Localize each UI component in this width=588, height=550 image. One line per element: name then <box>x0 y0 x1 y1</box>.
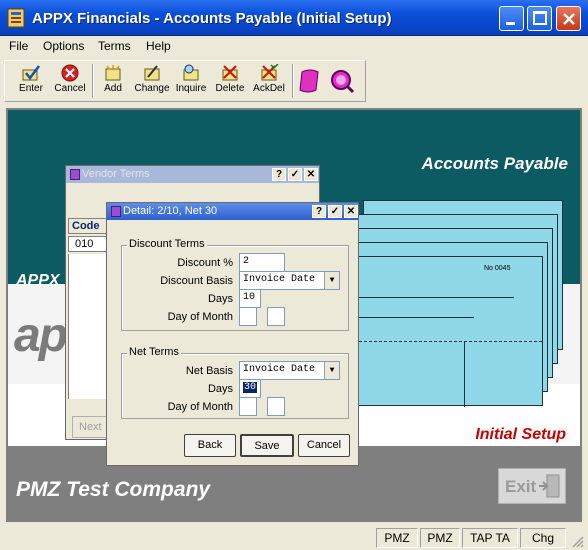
vendor-terms-help-button[interactable]: ? <box>272 168 286 181</box>
enter-icon <box>22 65 40 81</box>
add-label: Add <box>104 83 122 94</box>
cancel-label: Cancel <box>54 83 86 94</box>
status-cell-user: PMZ <box>376 528 418 548</box>
code-cell[interactable]: 010 <box>68 236 108 252</box>
back-button[interactable]: Back <box>184 434 236 457</box>
change-label: Change <box>134 83 170 94</box>
status-cell-company: PMZ <box>420 528 460 548</box>
cancel-button[interactable]: Cancel <box>298 434 350 457</box>
status-cell-mode: Chg <box>520 528 566 548</box>
appx-brand-text: APPX <box>16 272 60 289</box>
net-dom-field-1[interactable] <box>239 397 257 416</box>
minimize-button[interactable] <box>499 6 524 31</box>
net-terms-label: Net Terms <box>127 346 181 358</box>
scroll-icon[interactable] <box>297 68 323 94</box>
detail-help-button[interactable]: ? <box>312 205 326 218</box>
minimize-icon <box>506 22 515 25</box>
discount-dom-field-1[interactable] <box>239 307 257 326</box>
enter-label: Enter <box>19 83 43 94</box>
cheque-line <box>354 317 474 318</box>
cheque-number: No 0045 <box>484 265 511 272</box>
exit-door-icon <box>539 474 560 498</box>
ackdel-icon <box>261 64 279 81</box>
cheque-line <box>464 341 465 407</box>
discount-pct-label: Discount % <box>177 257 233 269</box>
add-icon <box>105 65 121 81</box>
net-days-value: 30 <box>243 382 258 393</box>
detail-dialog: Detail: 2/10, Net 30 ? ✓ ✕ Discount Term… <box>106 202 359 466</box>
detail-title: Detail: 2/10, Net 30 <box>123 205 218 217</box>
vendor-terms-close-button[interactable]: ✕ <box>304 168 318 181</box>
close-icon <box>563 13 575 25</box>
discount-basis-label: Discount Basis <box>160 275 233 287</box>
delete-icon <box>222 65 238 81</box>
discount-dom-label: Day of Month <box>167 311 233 323</box>
net-dom-label: Day of Month <box>167 401 233 413</box>
discount-days-label: Days <box>207 293 233 305</box>
status-cell-process: TAP TA <box>462 528 518 548</box>
net-basis-select[interactable]: Invoice Date ▼ <box>239 361 340 380</box>
menu-options[interactable]: Options <box>43 39 84 53</box>
code-column-header[interactable]: Code <box>68 218 108 234</box>
save-button[interactable]: Save <box>240 434 294 457</box>
window-title: APPX Financials - Accounts Payable (Init… <box>32 10 392 27</box>
vendor-terms-title: Vendor Terms <box>82 168 150 180</box>
net-basis-label: Net Basis <box>185 365 233 377</box>
discount-basis-select[interactable]: Invoice Date ▼ <box>239 271 340 290</box>
net-basis-value: Invoice Date <box>243 364 316 375</box>
menu-bar <box>0 36 588 57</box>
cancel-toolbar-button[interactable]: Cancel <box>50 64 90 100</box>
exit-button[interactable]: Exit <box>498 468 566 504</box>
detail-ok-button[interactable]: ✓ <box>328 205 342 218</box>
ackdel-label: AckDel <box>253 83 285 94</box>
discount-basis-value: Invoice Date <box>243 274 316 285</box>
maximize-icon <box>533 11 547 25</box>
delete-label: Delete <box>215 83 245 94</box>
detail-window-icon <box>111 206 121 217</box>
change-button[interactable]: Change <box>132 64 172 100</box>
discount-pct-field[interactable]: 2 <box>239 253 285 272</box>
cheque-line <box>354 297 514 298</box>
detail-close-button[interactable]: ✕ <box>344 205 358 218</box>
inquire-icon <box>183 64 199 81</box>
maximize-button[interactable] <box>527 6 552 31</box>
exit-label: Exit <box>505 477 537 496</box>
vendor-terms-list <box>68 254 108 399</box>
cancel-icon <box>61 64 79 82</box>
change-icon <box>144 65 160 81</box>
discount-dom-field-2[interactable] <box>267 307 285 326</box>
inquire-button[interactable]: Inquire <box>171 64 211 100</box>
net-dom-field-2[interactable] <box>267 397 285 416</box>
delete-button[interactable]: Delete <box>210 64 250 100</box>
chevron-down-icon[interactable]: ▼ <box>324 362 339 379</box>
accounts-payable-heading: Accounts Payable <box>421 154 568 173</box>
net-days-field[interactable]: 30 <box>239 379 261 398</box>
vendor-terms-ok-button[interactable]: ✓ <box>288 168 302 181</box>
cheque-perforation <box>344 341 542 342</box>
menu-help[interactable]: Help <box>146 39 171 53</box>
chevron-down-icon[interactable]: ▼ <box>324 272 339 289</box>
close-button[interactable] <box>556 6 581 31</box>
appx-logo: ap <box>14 309 68 362</box>
net-days-label: Days <box>207 383 233 395</box>
toolbar-separator-2 <box>292 64 294 98</box>
magnifier-icon[interactable] <box>329 68 355 94</box>
enter-button[interactable]: Enter <box>11 64 51 100</box>
discount-terms-label: Discount Terms <box>127 238 207 250</box>
resize-grip-icon[interactable] <box>570 534 584 548</box>
appx-app-icon <box>7 8 25 28</box>
vendor-terms-window-icon <box>70 169 80 180</box>
menu-file[interactable]: File <box>9 39 28 53</box>
ackdel-button[interactable]: AckDel <box>249 64 289 100</box>
cheque-graphic: No 0045 <box>343 256 543 407</box>
discount-days-field[interactable]: 10 <box>239 289 261 308</box>
menu-terms[interactable]: Terms <box>98 39 131 53</box>
inquire-label: Inquire <box>175 83 207 94</box>
add-button[interactable]: Add <box>93 64 133 100</box>
company-name: PMZ Test Company <box>16 478 211 501</box>
initial-setup-heading: Initial Setup <box>475 426 566 443</box>
